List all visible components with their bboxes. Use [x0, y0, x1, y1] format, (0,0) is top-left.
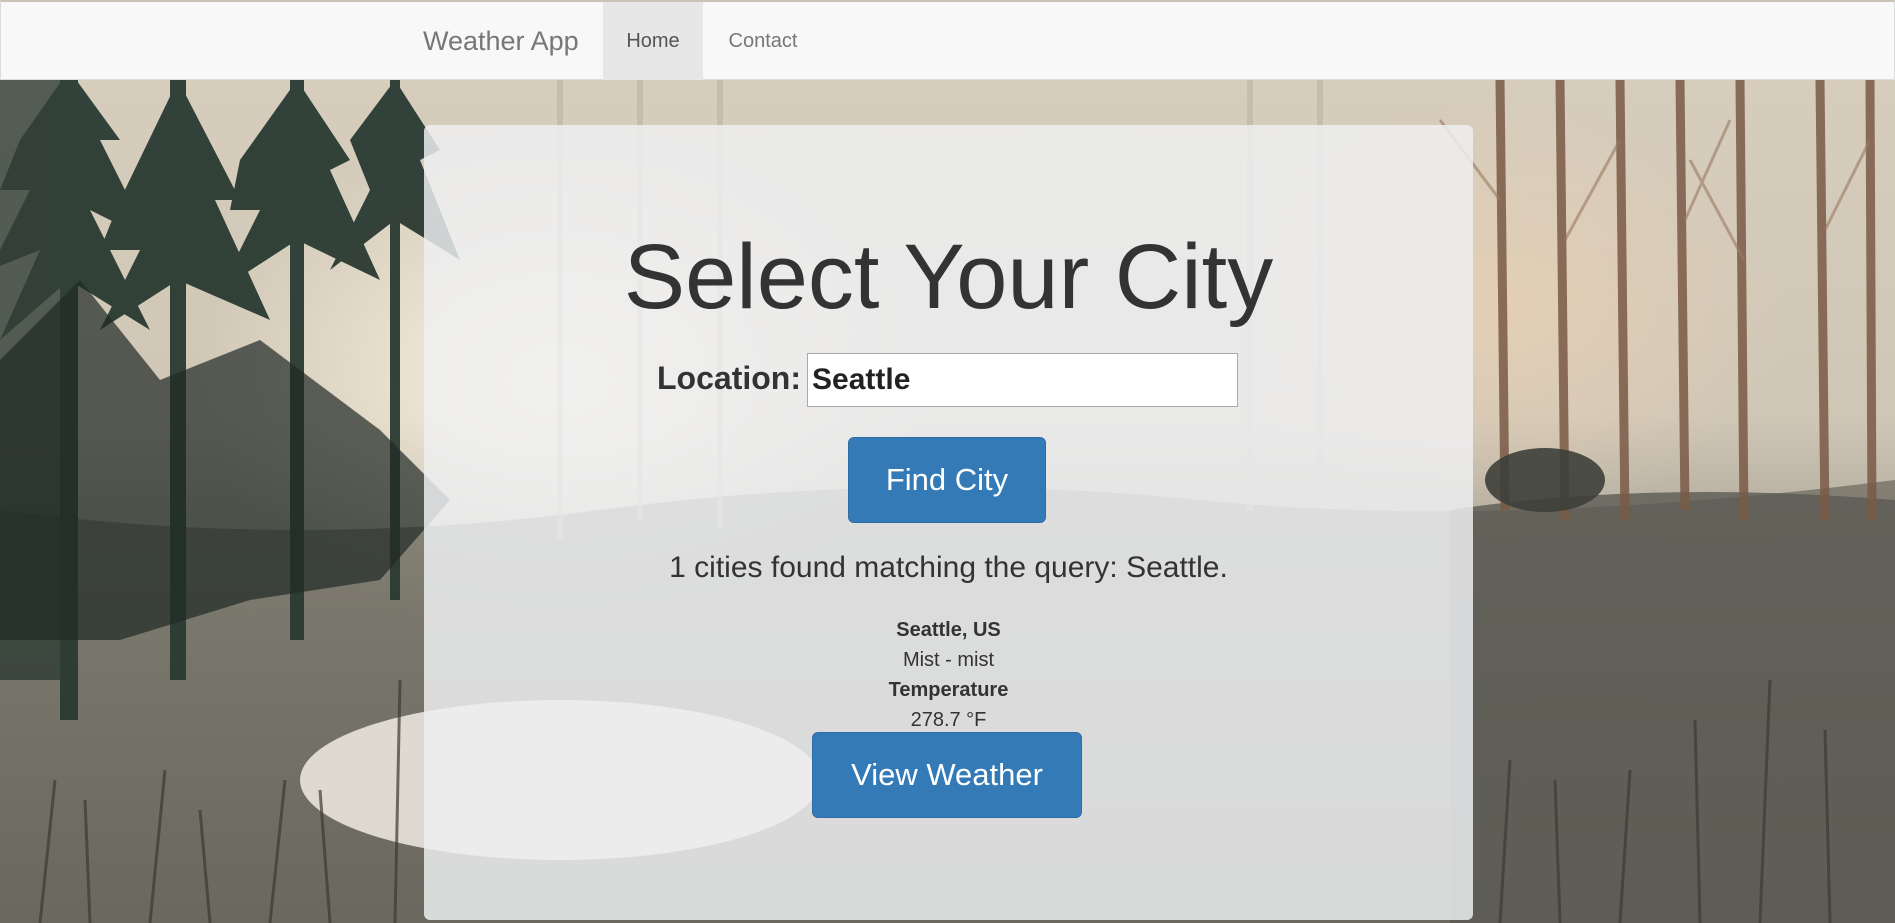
nav-item-contact[interactable]: Contact [703, 2, 823, 80]
nav-item-home[interactable]: Home [603, 2, 703, 80]
view-weather-button[interactable]: View Weather [812, 732, 1082, 818]
city-name: Seattle, US [896, 619, 1001, 641]
result-message: 1 cities found matching the query: Seatt… [669, 551, 1228, 584]
location-label: Location: [657, 360, 801, 396]
main-panel: Select Your City Location: Find City 1 c… [424, 125, 1473, 920]
location-input[interactable] [807, 353, 1238, 407]
page-title: Select Your City [623, 226, 1274, 328]
temperature-label: Temperature [888, 679, 1009, 701]
temperature-value: 278.7 °F [910, 709, 987, 731]
find-city-button[interactable]: Find City [848, 437, 1046, 523]
navbar: Weather App Home Contact [0, 0, 1895, 80]
city-result: Seattle, US Mist - mist Temperature 278.… [424, 615, 1473, 735]
weather-condition: Mist - mist [902, 649, 995, 671]
brand-link[interactable]: Weather App [423, 2, 579, 80]
